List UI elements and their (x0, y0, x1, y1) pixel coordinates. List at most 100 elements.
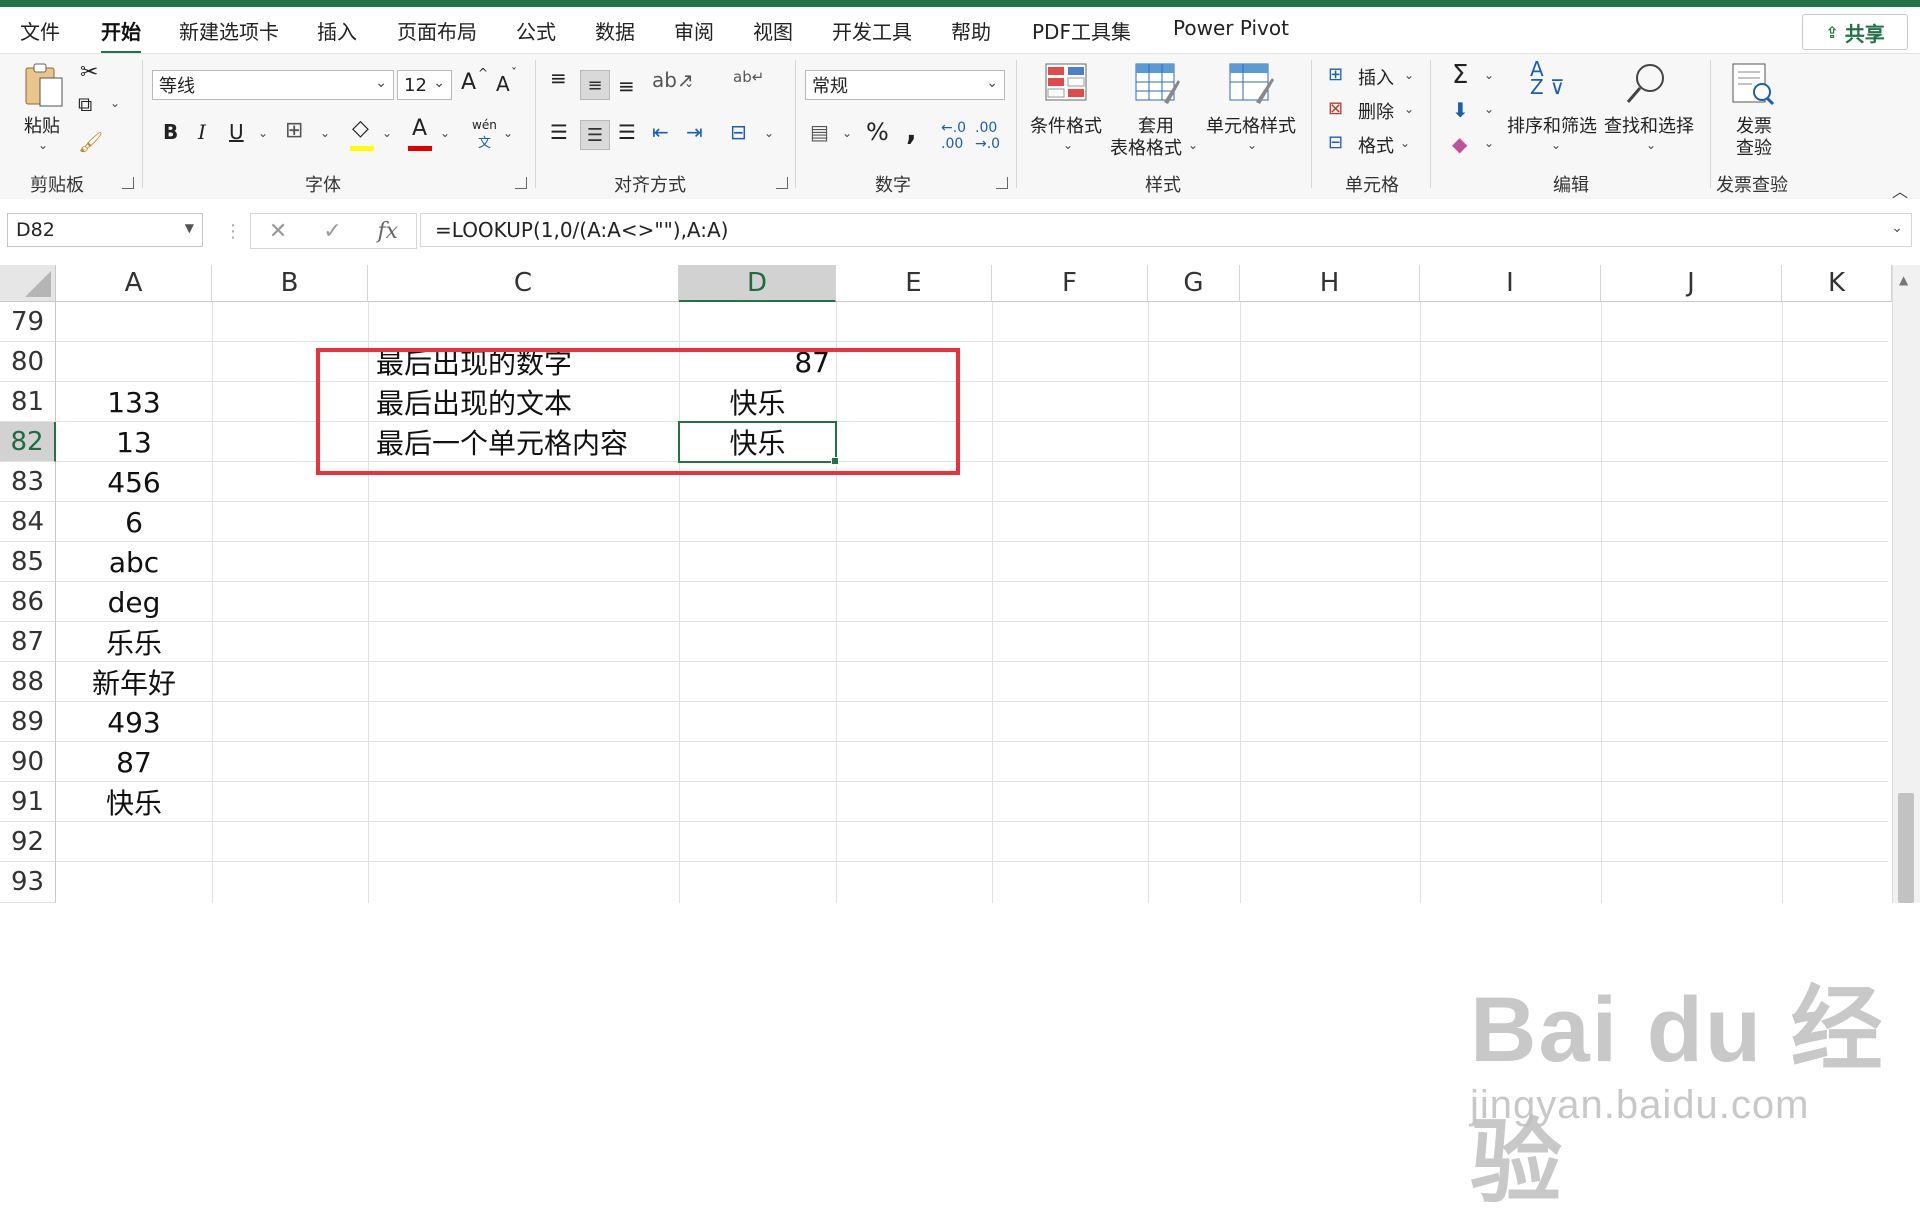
fill-icon[interactable]: ⬇ (1452, 98, 1469, 122)
accounting-dropdown-icon[interactable]: ⌄ (842, 126, 852, 140)
paste-dropdown-icon[interactable]: ⌄ (38, 138, 48, 152)
tab-developer[interactable]: 开发工具 (832, 16, 912, 45)
fill-dropdown-icon[interactable]: ⌄ (1484, 102, 1494, 116)
decrease-indent-icon[interactable]: ⇤ (652, 120, 669, 144)
number-format-select[interactable]: 常规 ⌄ (805, 70, 1005, 100)
decrease-decimal-icon[interactable]: .00 →.0 (975, 120, 1000, 152)
tab-file[interactable]: 文件 (20, 16, 60, 45)
insert-cells-icon[interactable]: ⊞ (1328, 64, 1343, 85)
accounting-format-icon[interactable]: ▤ (810, 120, 829, 144)
confirm-icon[interactable]: ✓ (323, 219, 341, 244)
sort-filter-button[interactable]: 排序和筛选 (1507, 112, 1597, 138)
cell-a91[interactable]: 快乐 (56, 782, 212, 822)
row-header[interactable]: 87 (0, 622, 56, 662)
format-as-table-icon[interactable] (1134, 62, 1180, 104)
delete-dropdown-icon[interactable]: ⌄ (1404, 102, 1414, 116)
format-dropdown-icon[interactable]: ⌄ (1400, 136, 1410, 150)
cancel-icon[interactable]: ✕ (269, 219, 287, 244)
tab-new[interactable]: 新建选项卡 (179, 16, 279, 45)
row-header[interactable]: 86 (0, 582, 56, 622)
cell-a87[interactable]: 乐乐 (56, 622, 212, 662)
clipboard-launcher-icon[interactable] (122, 177, 134, 189)
column-header-k[interactable]: K (1782, 265, 1892, 302)
column-header-g[interactable]: G (1148, 265, 1240, 302)
font-color-dropdown-icon[interactable]: ⌄ (440, 126, 450, 140)
format-as-table-dropdown-icon[interactable]: ⌄ (1188, 138, 1198, 152)
paste-icon[interactable] (22, 62, 66, 108)
insert-cells-button[interactable]: 插入 (1358, 64, 1394, 90)
tab-page-layout[interactable]: 页面布局 (397, 16, 477, 45)
formula-input[interactable]: =LOOKUP(1,0/(A:A<>""),A:A) ⌄ (420, 213, 1912, 247)
row-header[interactable]: 83 (0, 462, 56, 502)
increase-decimal-icon[interactable]: ←.0.00 (941, 120, 966, 152)
row-header[interactable]: 88 (0, 662, 56, 702)
sort-filter-icon[interactable]: AZ ⊽ (1530, 59, 1565, 97)
cell-styles-dropdown-icon[interactable]: ⌄ (1247, 138, 1257, 152)
align-center-icon[interactable]: ☰ (580, 120, 610, 150)
font-color-icon[interactable]: A (412, 116, 427, 141)
merge-center-icon[interactable]: ⊟ (730, 120, 747, 144)
cell-a86[interactable]: deg (56, 582, 212, 622)
cell-styles-button[interactable]: 单元格样式 (1206, 112, 1296, 138)
clear-dropdown-icon[interactable]: ⌄ (1484, 136, 1494, 150)
conditional-formatting-button[interactable]: 条件格式 (1030, 112, 1102, 138)
cell-a85[interactable]: abc (56, 542, 212, 582)
column-header-b[interactable]: B (212, 265, 368, 302)
wrap-text-icon[interactable]: ab↵ (733, 68, 764, 86)
insert-dropdown-icon[interactable]: ⌄ (1404, 68, 1414, 82)
increase-indent-icon[interactable]: ⇥ (686, 120, 703, 144)
comma-button[interactable]: , (906, 114, 917, 147)
cell-a81[interactable]: 133 (56, 382, 212, 422)
column-header-i[interactable]: I (1420, 265, 1601, 302)
align-bottom-icon[interactable]: ≡ (618, 74, 635, 98)
row-header[interactable]: 84 (0, 502, 56, 542)
cell-a90[interactable]: 87 (56, 742, 212, 782)
row-header[interactable]: 90 (0, 742, 56, 782)
expand-formula-icon[interactable]: ⌄ (1891, 220, 1903, 236)
phonetic-dropdown-icon[interactable]: ⌄ (503, 126, 513, 140)
fill-color-icon[interactable]: ◇ (352, 116, 369, 141)
font-size-select[interactable]: 12 ⌄ (397, 70, 452, 100)
bold-button[interactable]: B (163, 120, 178, 144)
cell-a88[interactable]: 新年好 (56, 662, 212, 702)
column-header-c[interactable]: C (368, 265, 679, 302)
scrollbar-thumb[interactable] (1898, 793, 1914, 903)
autosum-button[interactable]: Σ (1452, 60, 1468, 90)
alignment-launcher-icon[interactable] (776, 177, 788, 189)
italic-button[interactable]: I (198, 120, 206, 144)
tab-view[interactable]: 视图 (753, 16, 793, 45)
find-select-button[interactable]: 查找和选择 (1604, 112, 1694, 138)
row-header[interactable]: 80 (0, 342, 56, 382)
number-launcher-icon[interactable] (996, 177, 1008, 189)
shrink-font-button[interactable]: A (496, 72, 510, 96)
tab-formulas[interactable]: 公式 (516, 16, 556, 45)
format-cells-button[interactable]: 格式 (1358, 132, 1394, 158)
row-header[interactable]: 93 (0, 862, 56, 903)
font-launcher-icon[interactable] (515, 177, 527, 189)
merge-dropdown-icon[interactable]: ⌄ (764, 126, 774, 140)
search-icon[interactable] (1624, 62, 1668, 106)
conditional-dropdown-icon[interactable]: ⌄ (1063, 138, 1073, 152)
column-header-a[interactable]: A (56, 265, 212, 302)
delete-cells-icon[interactable]: ⊠ (1328, 98, 1343, 119)
format-as-table-label-bottom[interactable]: 表格格式 (1110, 134, 1182, 160)
format-cells-icon[interactable]: ⊟ (1328, 132, 1343, 153)
tab-review[interactable]: 审阅 (674, 16, 714, 45)
find-select-dropdown-icon[interactable]: ⌄ (1646, 138, 1656, 152)
underline-dropdown-icon[interactable]: ⌄ (258, 126, 268, 140)
cell-a82[interactable]: 13 (56, 422, 212, 462)
insert-function-icon[interactable]: fx (377, 219, 398, 244)
clear-icon[interactable]: ◆ (1452, 132, 1467, 156)
name-box[interactable]: D82 ▼ (7, 213, 203, 247)
scroll-up-icon[interactable]: ▲ (1899, 273, 1908, 287)
share-button[interactable]: ⇪ 共享 (1802, 14, 1908, 50)
cell-styles-icon[interactable] (1228, 62, 1274, 104)
row-header[interactable]: 81 (0, 382, 56, 422)
tab-insert[interactable]: 插入 (317, 16, 357, 45)
row-header[interactable]: 89 (0, 702, 56, 742)
cut-icon[interactable]: ✂ (80, 60, 98, 85)
column-header-d[interactable]: D (679, 265, 836, 302)
copy-dropdown-icon[interactable]: ⌄ (110, 96, 120, 110)
borders-dropdown-icon[interactable]: ⌄ (320, 126, 330, 140)
align-left-icon[interactable]: ☰ (550, 120, 568, 144)
